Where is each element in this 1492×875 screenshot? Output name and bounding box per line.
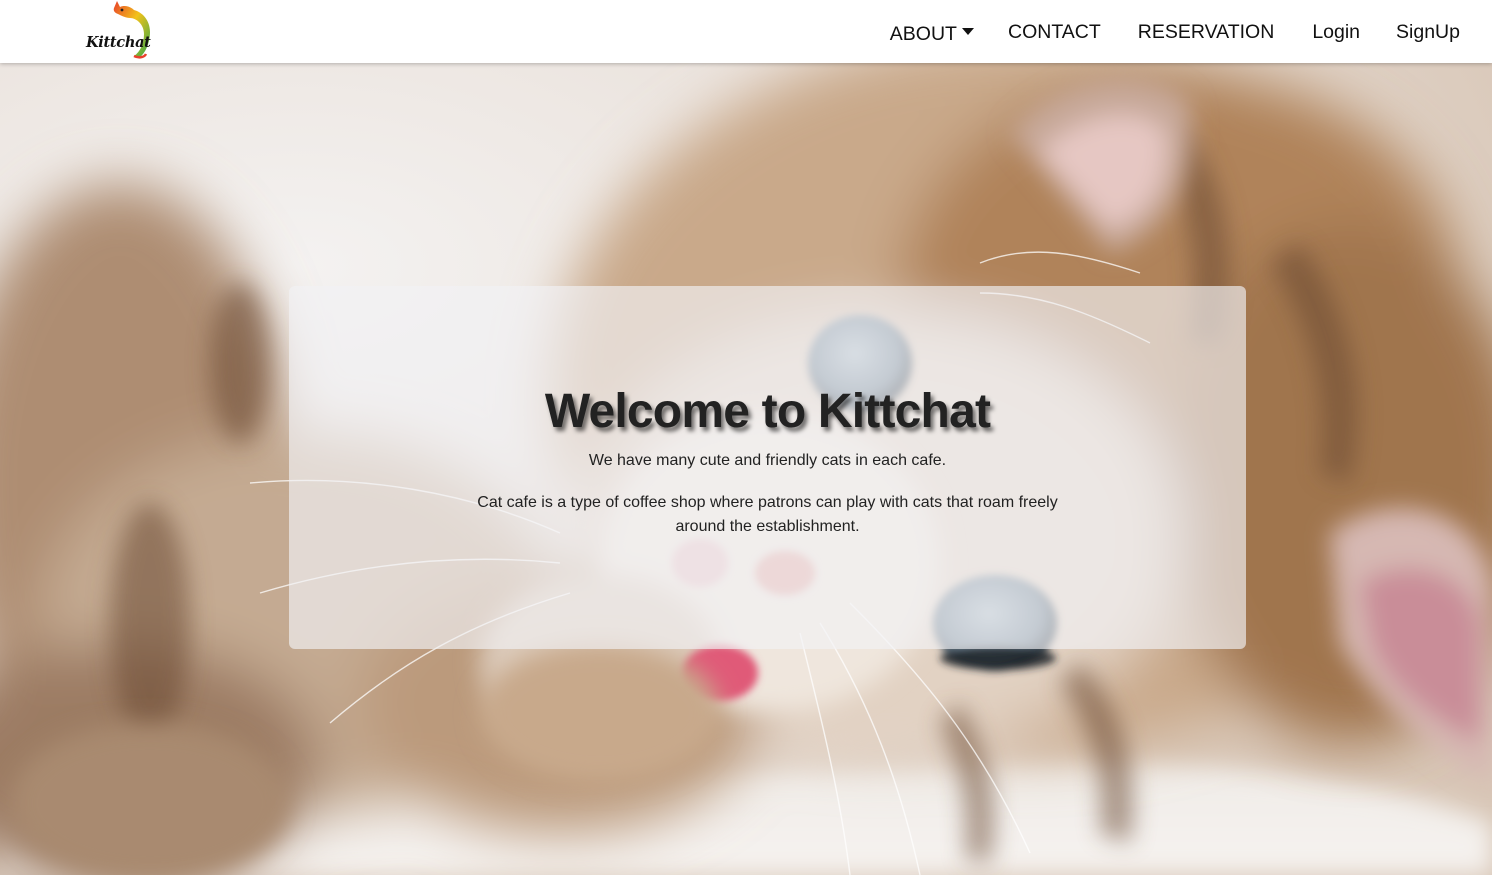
nav-about-label: ABOUT bbox=[889, 23, 957, 45]
nav-reservation-label: RESERVATION bbox=[1137, 21, 1275, 43]
nav-signup-link[interactable]: SignUp bbox=[1396, 19, 1460, 44]
nav-about-dropdown[interactable]: ABOUT bbox=[890, 17, 974, 46]
welcome-card: Welcome to Kittchat We have many cute an… bbox=[289, 286, 1246, 649]
nav-menu: ABOUT CONTACT RESERVATION Login SignUp bbox=[890, 0, 1460, 63]
nav-contact-label: CONTACT bbox=[1007, 21, 1101, 43]
cat-silhouette-icon bbox=[113, 1, 150, 59]
welcome-description: Cat cafe is a type of coffee shop where … bbox=[477, 494, 1058, 535]
hero-section: Welcome to Kittchat We have many cute an… bbox=[0, 63, 1492, 875]
caret-down-icon bbox=[961, 28, 974, 35]
nav-contact-link[interactable]: CONTACT bbox=[1008, 19, 1101, 44]
nav-reservation-link[interactable]: RESERVATION bbox=[1138, 19, 1275, 44]
brand-logo[interactable]: Kittchat bbox=[84, 0, 156, 62]
welcome-title: Welcome to Kittchat bbox=[544, 385, 991, 438]
nav-login-label: Login bbox=[1312, 21, 1361, 43]
welcome-subtitle: We have many cute and friendly cats in e… bbox=[588, 452, 947, 469]
top-navbar: Kittchat ABOUT CONTACT RESERVATION Login… bbox=[0, 0, 1492, 63]
brand-name: Kittchat bbox=[86, 34, 151, 51]
nav-signup-label: SignUp bbox=[1396, 21, 1460, 43]
nav-login-link[interactable]: Login bbox=[1312, 19, 1360, 44]
